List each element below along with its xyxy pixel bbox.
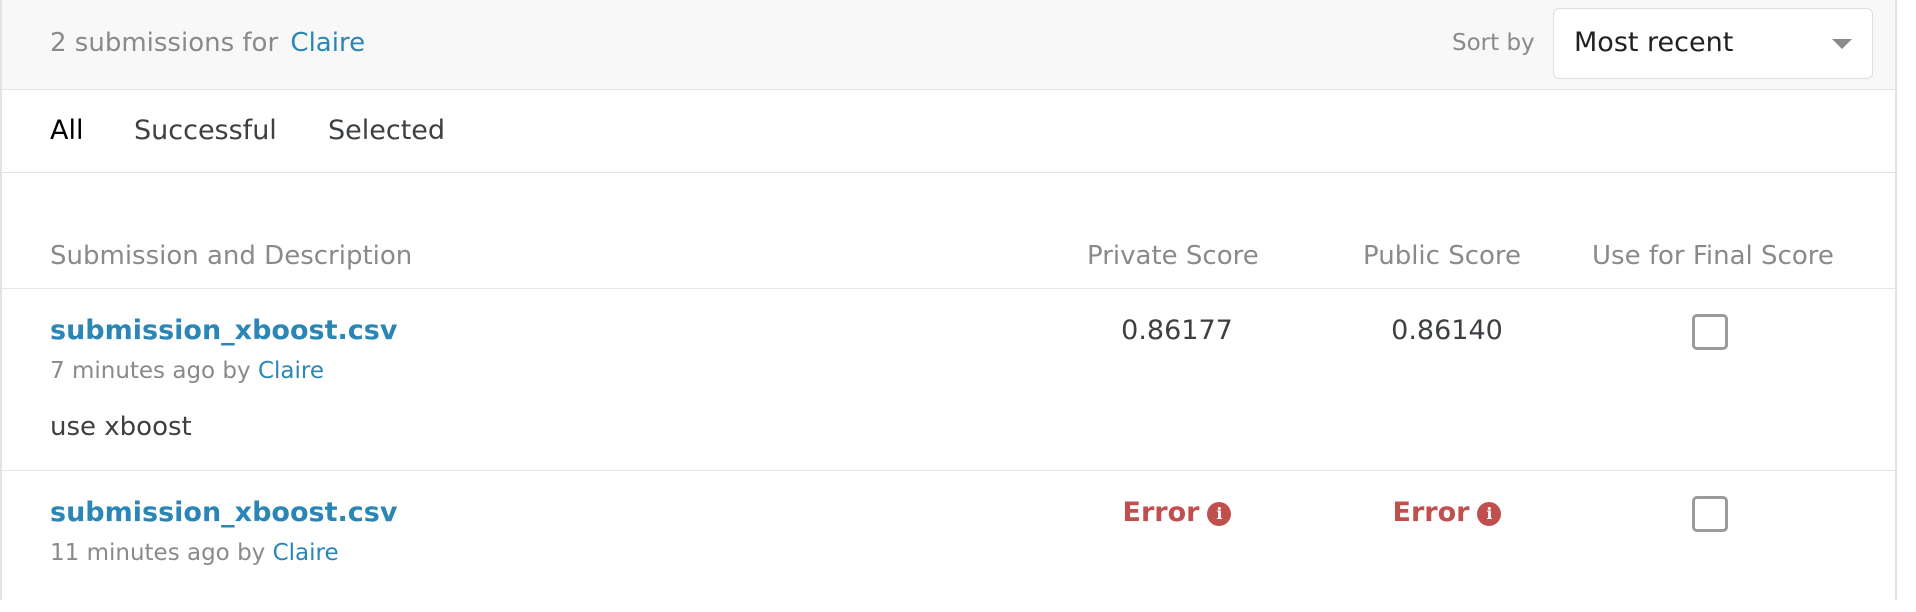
sort-dropdown[interactable]: Most recent: [1553, 8, 1873, 79]
error-text: Error: [1122, 497, 1200, 528]
column-private-score: Private Score: [1087, 241, 1259, 271]
info-icon[interactable]: i: [1477, 502, 1502, 526]
submission-time: 11 minutes ago by: [50, 540, 266, 566]
submission-meta: 11 minutes ago by Claire: [50, 540, 339, 566]
submissions-header: 2 submissions for Claire Sort by Most re…: [2, 0, 1895, 90]
final-score-checkbox[interactable]: [1692, 314, 1728, 350]
sort-selected-value: Most recent: [1574, 27, 1734, 58]
submission-user-link[interactable]: Claire: [258, 358, 324, 384]
submission-file-link[interactable]: submission_xboost.csv: [50, 315, 397, 346]
info-icon[interactable]: i: [1207, 502, 1232, 526]
submissions-title: 2 submissions for Claire: [50, 26, 365, 60]
table-header: Submission and Description Private Score…: [2, 174, 1895, 289]
final-score-checkbox[interactable]: [1692, 496, 1728, 532]
public-score: 0.86140: [1391, 315, 1503, 346]
tab-successful[interactable]: Successful: [134, 115, 277, 146]
submission-count: 2 submissions for: [50, 28, 279, 58]
submission-user-link[interactable]: Claire: [273, 540, 339, 566]
table-row: submission_xboost.csv 7 minutes ago by C…: [2, 290, 1895, 471]
submission-meta: 7 minutes ago by Claire: [50, 358, 324, 384]
chevron-down-icon: [1832, 39, 1852, 49]
submissions-panel: 2 submissions for Claire Sort by Most re…: [0, 0, 1897, 600]
error-text: Error: [1392, 497, 1470, 528]
public-score-error: Error i: [1347, 497, 1547, 528]
column-public-score: Public Score: [1363, 241, 1522, 271]
sort-label: Sort by: [1452, 30, 1535, 56]
header-user-link[interactable]: Claire: [290, 28, 365, 58]
submission-file-link[interactable]: submission_xboost.csv: [50, 497, 397, 528]
table-row: submission_xboost.csv 11 minutes ago by …: [2, 472, 1895, 612]
column-submission: Submission and Description: [50, 241, 413, 271]
column-final-score: Use for Final Score: [1592, 241, 1834, 271]
private-score-error: Error i: [1077, 497, 1277, 528]
tab-selected[interactable]: Selected: [328, 115, 445, 146]
private-score: 0.86177: [1121, 315, 1233, 346]
submission-description: use xboost: [50, 412, 192, 442]
filter-tabs: All Successful Selected: [2, 91, 1895, 173]
submission-time: 7 minutes ago by: [50, 358, 251, 384]
tab-all[interactable]: All: [50, 115, 83, 146]
